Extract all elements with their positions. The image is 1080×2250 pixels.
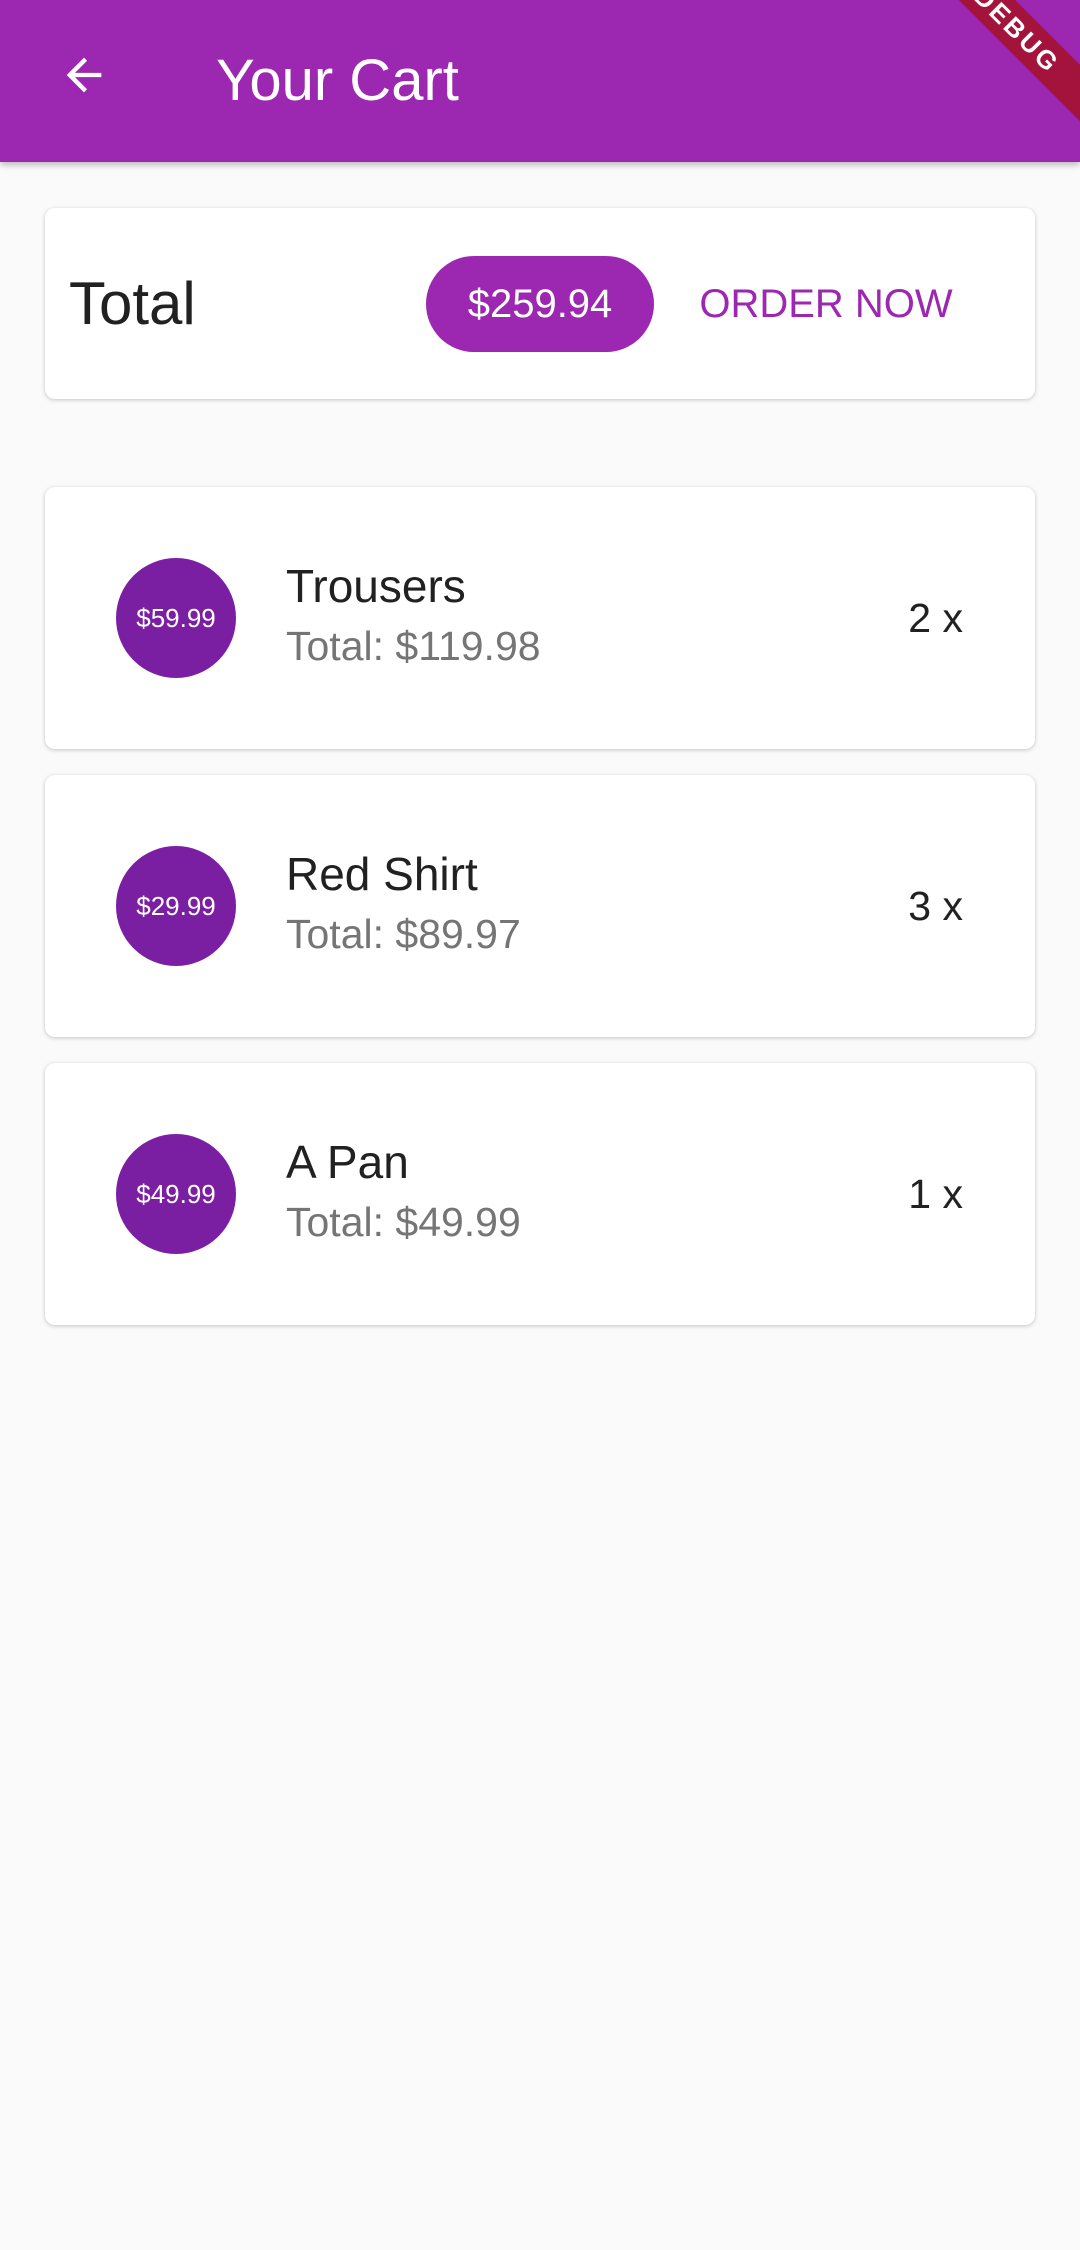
item-total: Total: $49.99 [286,1199,521,1245]
price-avatar: $29.99 [116,846,236,966]
arrow-back-icon [58,49,110,106]
total-amount-chip: $259.94 [426,256,654,352]
item-title: Trousers [286,560,466,612]
cart-item[interactable]: $59.99 Trousers Total: $119.98 2 x [45,487,1035,749]
cart-item[interactable]: $29.99 Red Shirt Total: $89.97 3 x [45,775,1035,1037]
price-avatar: $49.99 [116,1134,236,1254]
item-title: A Pan [286,1136,409,1188]
total-summary-card: Total $259.94 ORDER NOW [45,208,1035,399]
item-total: Total: $89.97 [286,911,521,957]
total-label: Total [69,270,196,337]
item-title: Red Shirt [286,848,478,900]
item-quantity: 2 x [908,595,963,641]
app-bar: Your Cart [0,0,1080,162]
price-avatar: $59.99 [116,558,236,678]
item-quantity: 1 x [908,1171,963,1217]
item-total: Total: $119.98 [286,623,541,669]
order-now-button[interactable]: ORDER NOW [695,256,957,352]
back-button[interactable] [44,37,124,117]
item-quantity: 3 x [908,883,963,929]
page-title: Your Cart [216,48,459,113]
cart-item[interactable]: $49.99 A Pan Total: $49.99 1 x [45,1063,1035,1325]
